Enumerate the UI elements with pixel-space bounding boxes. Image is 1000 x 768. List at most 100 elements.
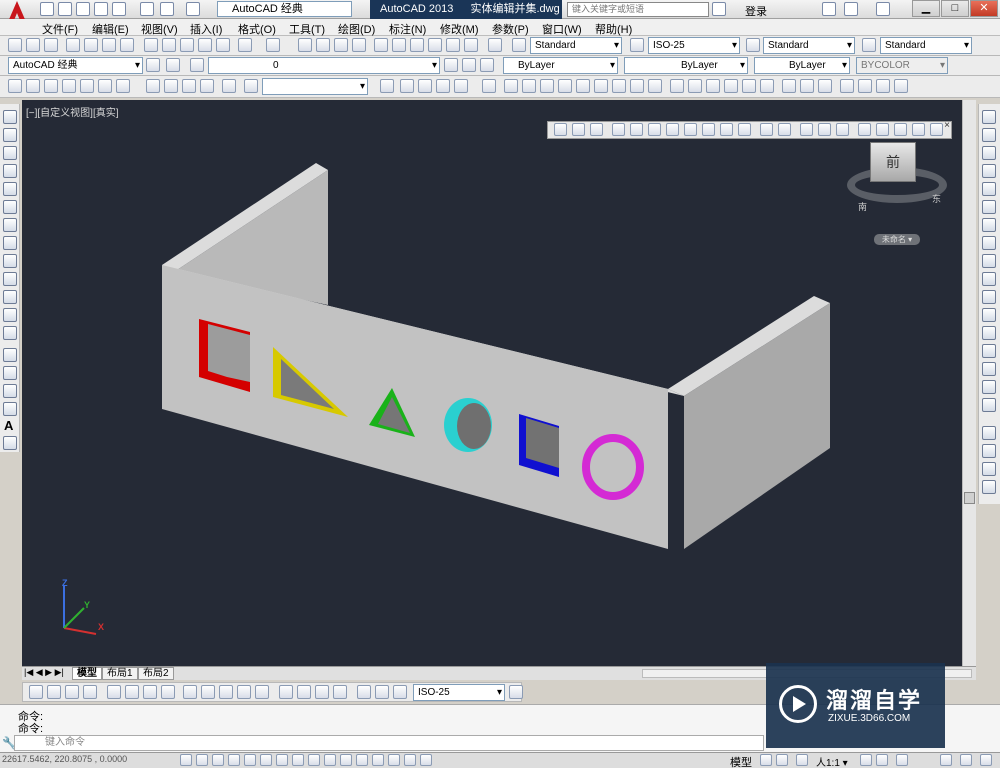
continue-dim-icon[interactable] — [219, 685, 233, 699]
grid-display-icon[interactable] — [212, 754, 224, 766]
mleader-style-icon[interactable] — [862, 38, 876, 52]
text-style-select[interactable]: Standard — [530, 37, 622, 54]
move-icon[interactable] — [982, 200, 996, 214]
open-icon[interactable] — [58, 2, 72, 16]
login-link[interactable]: 登录 — [745, 3, 767, 19]
wcs-menu[interactable]: 未命名 ▾ — [874, 234, 920, 245]
dim-break-icon[interactable] — [255, 685, 269, 699]
construction-line-icon[interactable] — [3, 128, 17, 142]
close-button[interactable]: ✕ — [970, 0, 998, 17]
tab-model[interactable]: 模型 — [72, 667, 102, 680]
menu-draw[interactable]: 绘图(D) — [338, 21, 375, 37]
annotation-monitor-icon[interactable] — [404, 754, 416, 766]
clean-icon[interactable] — [818, 123, 831, 136]
infer-constraints-icon[interactable] — [180, 754, 192, 766]
slice-icon[interactable] — [894, 123, 907, 136]
copy-icon[interactable] — [162, 38, 176, 52]
qnew-icon[interactable] — [8, 38, 22, 52]
dim-style-icon[interactable] — [630, 38, 644, 52]
subtract-tool-icon[interactable] — [572, 123, 585, 136]
paste-icon[interactable] — [180, 38, 194, 52]
union-tool-icon[interactable] — [554, 123, 567, 136]
markup-icon[interactable] — [446, 38, 460, 52]
rotate-icon[interactable] — [982, 218, 996, 232]
solid-model[interactable] — [22, 100, 962, 666]
view-select[interactable] — [262, 78, 368, 95]
design-center-icon[interactable] — [392, 38, 406, 52]
model-space-toggle[interactable]: 模型 — [730, 754, 752, 768]
draworder-front-icon[interactable] — [982, 426, 996, 440]
drawing-viewport[interactable]: [−][自定义视图][真实] × 前 南 东 未命名 ▾ Z Y X — [22, 100, 962, 666]
table-style-icon[interactable] — [746, 38, 760, 52]
undo-icon[interactable] — [238, 38, 252, 52]
layer-select[interactable]: 0 — [208, 57, 440, 74]
zoom-search-icon[interactable] — [244, 79, 258, 93]
revcloud-icon[interactable] — [3, 236, 17, 250]
zoom-realtime-icon[interactable] — [316, 38, 330, 52]
clean-screen-icon[interactable] — [980, 754, 992, 766]
viewcube[interactable]: 前 — [870, 142, 916, 182]
menu-edit[interactable]: 编辑(E) — [92, 21, 129, 37]
angular-dim-icon[interactable] — [161, 685, 175, 699]
a360-icon[interactable] — [844, 2, 858, 16]
section-icon[interactable] — [912, 123, 925, 136]
dim-edit-icon[interactable] — [357, 685, 371, 699]
isolate-objects-icon[interactable] — [960, 754, 972, 766]
region-icon[interactable] — [3, 402, 17, 416]
auto-scale-icon[interactable] — [876, 754, 888, 766]
materials-icon[interactable] — [436, 79, 450, 93]
workspace-settings-icon[interactable] — [146, 58, 160, 72]
revolve-icon[interactable] — [724, 79, 738, 93]
text-style-icon[interactable] — [512, 38, 526, 52]
copy-faces-icon[interactable] — [720, 123, 733, 136]
cone-icon[interactable] — [540, 79, 554, 93]
sheet-set-icon[interactable] — [428, 38, 442, 52]
print-icon[interactable] — [140, 2, 154, 16]
mirror-icon[interactable] — [982, 146, 996, 160]
intersect-tool-icon[interactable] — [590, 123, 603, 136]
plot-icon[interactable] — [112, 2, 126, 16]
wedge-icon[interactable] — [522, 79, 536, 93]
ucs-face-icon[interactable] — [44, 79, 58, 93]
linetype-select[interactable]: ByLayer — [624, 57, 748, 74]
ordinate-dim-icon[interactable] — [83, 685, 97, 699]
ucs-zaxis-icon[interactable] — [116, 79, 130, 93]
lineweight-toggle-icon[interactable] — [340, 754, 352, 766]
color-faces-icon[interactable] — [738, 123, 751, 136]
tab-layout2[interactable]: 布局2 — [138, 667, 174, 680]
jogged-dim-icon[interactable] — [125, 685, 139, 699]
cylinder-icon[interactable] — [576, 79, 590, 93]
3d-osnap-icon[interactable] — [276, 754, 288, 766]
menu-insert[interactable]: 插入(I) — [190, 21, 222, 37]
break-at-point-icon[interactable] — [982, 308, 996, 322]
polar-tracking-icon[interactable] — [244, 754, 256, 766]
loft-icon[interactable] — [742, 79, 756, 93]
extrude-faces-icon[interactable] — [612, 123, 625, 136]
center-mark-icon[interactable] — [297, 685, 311, 699]
plot-preview-icon[interactable] — [84, 38, 98, 52]
make-current-layer-icon[interactable] — [444, 58, 458, 72]
copy-object-icon[interactable] — [982, 128, 996, 142]
delete-faces-icon[interactable] — [666, 123, 679, 136]
helix-icon[interactable] — [760, 79, 774, 93]
polyline-icon[interactable] — [3, 146, 17, 160]
trim-icon[interactable] — [982, 272, 996, 286]
lineweight-select[interactable]: ByLayer — [754, 57, 850, 74]
quick-properties-icon[interactable] — [372, 754, 384, 766]
planar-surface-icon[interactable] — [648, 79, 662, 93]
menu-help[interactable]: 帮助(H) — [595, 21, 632, 37]
tool-palettes-icon[interactable] — [410, 38, 424, 52]
open-icon[interactable] — [26, 38, 40, 52]
extend-icon[interactable] — [982, 290, 996, 304]
redo-icon[interactable] — [186, 2, 200, 16]
binoculars-icon[interactable] — [712, 2, 726, 16]
diameter-dim-icon[interactable] — [143, 685, 157, 699]
quick-view-layouts-icon[interactable] — [760, 754, 772, 766]
add-selected-icon[interactable] — [3, 436, 17, 450]
tolerance-icon[interactable] — [279, 685, 293, 699]
publish-icon[interactable] — [102, 38, 116, 52]
imprint-icon[interactable] — [800, 123, 813, 136]
arc-icon[interactable] — [3, 200, 17, 214]
quick-view-drawings-icon[interactable] — [776, 754, 788, 766]
render-icon[interactable] — [418, 79, 432, 93]
